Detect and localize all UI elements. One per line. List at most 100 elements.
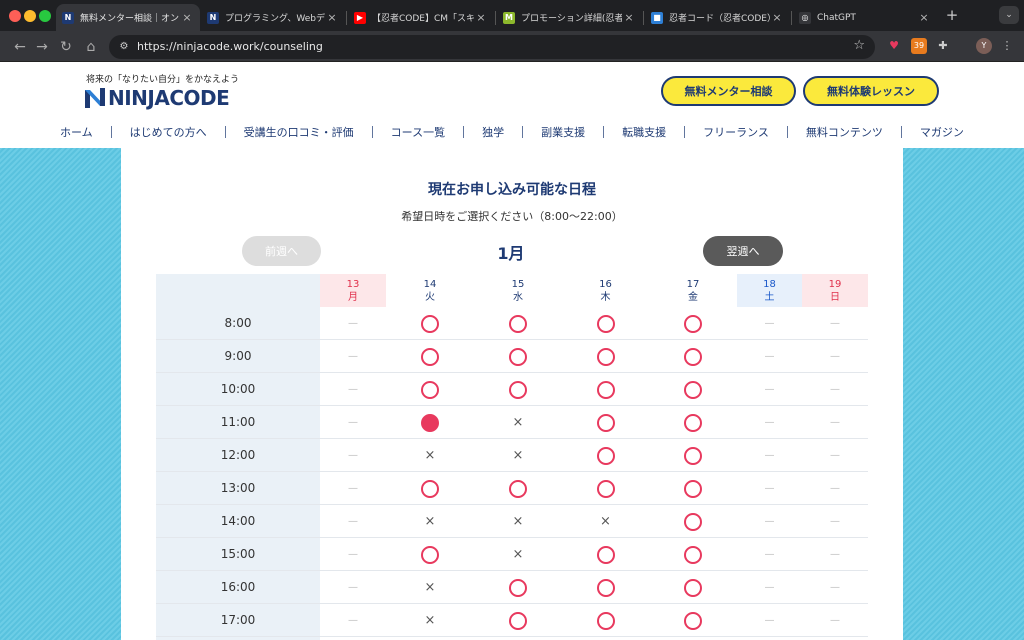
tab-title: ChatGPT [817,12,856,23]
slot-available[interactable] [474,340,562,373]
extension-badge-icon[interactable]: 39 [911,38,927,54]
slot-available[interactable] [649,340,737,373]
slot-available[interactable] [562,406,649,439]
browser-tab[interactable]: N プログラミング、Webデザ × [201,4,345,31]
day-weekday: 金 [688,292,698,303]
slot-available[interactable] [562,604,649,637]
browser-tab[interactable]: N 無料メンター相談｜オンラ × [56,4,200,31]
slot-available[interactable] [386,472,474,505]
window-zoom-button[interactable] [39,10,51,22]
tab-close-icon[interactable]: × [622,11,636,24]
slot-available[interactable] [474,373,562,406]
slot-available[interactable] [386,373,474,406]
slot-available[interactable] [562,307,649,340]
profile-avatar[interactable]: Y [976,38,992,54]
free-mentor-consult-button[interactable]: 無料メンター相談 [661,76,796,106]
site-header: 将来の「なりたい自分」をかなえよう NINJACODE 無料メンター相談 無料体… [0,62,1024,148]
new-tab-button[interactable]: + [943,6,961,24]
day-header-cell: 14 火 [386,274,474,307]
slot-full: × [386,571,474,604]
time-header-cell [156,274,320,307]
nav-link[interactable]: 独学 [482,124,504,140]
nav-link[interactable]: 転職支援 [622,124,666,140]
slot-available[interactable] [386,538,474,571]
browser-tab[interactable]: ■ 忍者コード（忍者CODE） × [645,4,790,31]
schedule-row: 13:00 — — — [156,472,868,505]
day-date: 14 [423,279,437,290]
slot-selected[interactable] [386,406,474,439]
tab-close-icon[interactable]: × [325,11,339,24]
tab-close-icon[interactable]: × [180,11,194,24]
circle-icon [596,578,615,597]
slot-available[interactable] [562,340,649,373]
forward-arrow-icon[interactable]: → [32,37,52,57]
window-close-button[interactable] [9,10,21,22]
day-header-cell: 19 日 [802,274,868,307]
site-info-icon[interactable]: ⚙ [117,40,131,54]
extension-badge-count: 39 [913,41,925,50]
slot-available[interactable] [562,472,649,505]
slot-available[interactable] [649,472,737,505]
slot-available[interactable] [474,571,562,604]
slot-available[interactable] [649,604,737,637]
day-header-cell: 13 月 [320,274,386,307]
nav-link[interactable]: 無料コンテンツ [806,124,883,140]
prev-week-button[interactable]: 前週へ [242,236,321,266]
browser-tab[interactable]: ▶ 【忍者CODE】CM「スキ × [348,4,494,31]
slot-available[interactable] [649,538,737,571]
tab-close-icon[interactable]: × [770,11,784,24]
slot-available[interactable] [562,571,649,604]
nav-link[interactable]: マガジン [920,124,964,140]
browser-tab[interactable]: ◎ ChatGPT × [793,4,937,31]
slot-closed: — [348,483,358,494]
slot-available[interactable] [649,505,737,538]
slot-available[interactable] [649,571,737,604]
ninjacode-logo-icon [85,88,105,108]
slot-available[interactable] [649,439,737,472]
browser-tab[interactable]: M プロモーション詳細(忍者C × [497,4,642,31]
slot-available[interactable] [562,373,649,406]
slot-available[interactable] [386,340,474,373]
schedule-row: 17:00 — × — — [156,604,868,637]
extensions-puzzle-icon[interactable]: ✚ [935,38,951,54]
next-week-button[interactable]: 翌週へ [703,236,783,266]
tab-close-icon[interactable]: × [917,11,931,24]
back-arrow-icon[interactable]: ← [10,37,30,57]
nav-link[interactable]: フリーランス [703,124,769,140]
tab-favicon-icon: N [62,11,74,24]
window-minimize-button[interactable] [24,10,36,22]
nav-link[interactable]: はじめての方へ [130,124,207,140]
schedule-row: 15:00 — × — — [156,538,868,571]
reload-icon[interactable]: ↻ [56,37,76,57]
slot-available[interactable] [562,439,649,472]
slot-available[interactable] [386,307,474,340]
nav-link[interactable]: 受講生の口コミ・評価 [244,124,354,140]
nav-link[interactable]: 副業支援 [541,124,585,140]
pocket-icon[interactable]: ♥ [886,38,902,54]
day-header-cell: 18 土 [737,274,802,307]
tab-favicon-icon: ■ [651,11,663,24]
cross-icon: × [512,514,524,529]
home-icon[interactable]: ⌂ [81,37,101,57]
slot-closed: — [764,615,775,626]
bookmark-star-icon[interactable]: ☆ [853,38,865,53]
slot-closed: — [764,582,775,593]
address-bar[interactable]: ⚙ https://ninjacode.work/counseling ☆ [109,35,875,59]
nav-link[interactable]: コース一覧 [391,124,445,140]
tab-search-chevron-icon[interactable]: ⌄ [999,6,1019,24]
slot-available[interactable] [474,307,562,340]
browser-menu-icon[interactable]: ⋮ [999,38,1015,54]
circle-icon [684,578,702,597]
slot-available[interactable] [474,472,562,505]
tab-close-icon[interactable]: × [474,11,488,24]
slot-closed: — [348,549,358,560]
slot-available[interactable] [649,307,737,340]
slot-available[interactable] [474,604,562,637]
site-logo[interactable]: NINJACODE [85,86,230,110]
slot-available[interactable] [649,373,737,406]
free-trial-lesson-button[interactable]: 無料体験レッスン [803,76,939,106]
circle-icon [684,380,702,399]
slot-available[interactable] [562,538,649,571]
slot-available[interactable] [649,406,737,439]
nav-link[interactable]: ホーム [60,124,93,140]
